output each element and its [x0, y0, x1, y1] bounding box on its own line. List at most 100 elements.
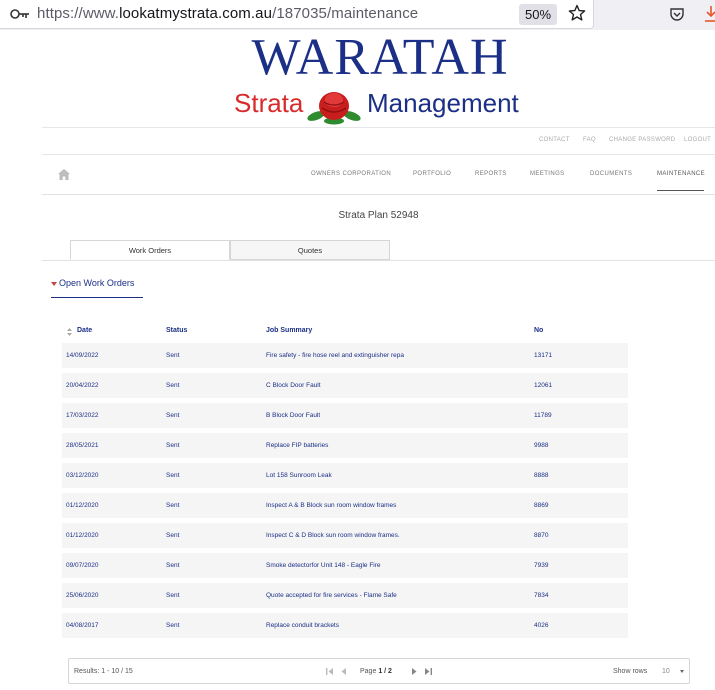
show-rows-label: Show rows: [613, 668, 648, 675]
cell-status: Sent: [166, 412, 180, 419]
nav-owners-corporation[interactable]: OWNERS CORPORATION: [311, 171, 391, 177]
cell-date: 20/04/2022: [66, 382, 99, 389]
logout-link[interactable]: LOGOUT: [684, 137, 711, 143]
column-header-status[interactable]: Status: [166, 327, 187, 334]
rows-per-page-select[interactable]: 10: [662, 668, 670, 675]
table-row[interactable]: 25/06/2020 Sent Quote accepted for fire …: [62, 583, 628, 608]
cell-date: 28/05/2021: [66, 442, 99, 449]
cell-job-summary: Inspect A & B Block sun room window fram…: [266, 502, 397, 509]
cell-job-summary: Fire safety - fire hose reel and extingu…: [266, 352, 405, 359]
nav-meetings[interactable]: MEETINGS: [530, 171, 565, 177]
bookmark-star-icon[interactable]: [568, 4, 586, 22]
nav-portfolio[interactable]: PORTFOLIO: [413, 171, 451, 177]
section-title-text: Open Work Orders: [59, 278, 135, 288]
key-icon[interactable]: [10, 7, 30, 21]
pocket-icon[interactable]: [669, 6, 685, 22]
first-page-icon[interactable]: [325, 667, 335, 676]
logo-title: WARATAH: [251, 29, 509, 86]
logo-management: Management: [367, 88, 519, 118]
waratah-logo[interactable]: WARATAH Strata Management: [234, 30, 526, 126]
column-header-date[interactable]: Date: [77, 327, 92, 334]
faq-link[interactable]: FAQ: [583, 137, 596, 143]
nav-maintenance[interactable]: MAINTENANCE: [657, 171, 705, 177]
cell-job-summary: Smoke detectorfor Unit 148 - Eagle Fire: [266, 562, 381, 569]
section-title[interactable]: Open Work Orders: [51, 278, 134, 288]
url-path: /187035/maintenance: [272, 5, 419, 22]
cell-date: 01/12/2020: [66, 532, 99, 539]
page-content: WARATAH Strata Management CONTACT FAQ CH…: [42, 30, 715, 690]
table-row[interactable]: 04/08/2017 Sent Replace conduit brackets…: [62, 613, 628, 638]
cell-date: 01/12/2020: [66, 502, 99, 509]
nav-reports[interactable]: REPORTS: [475, 171, 507, 177]
cell-status: Sent: [166, 442, 180, 449]
section-underline: [51, 297, 143, 298]
change-password-link[interactable]: CHANGE PASSWORD: [609, 137, 675, 143]
next-page-icon[interactable]: [409, 667, 419, 676]
cell-status: Sent: [166, 532, 180, 539]
chevron-down-icon[interactable]: [680, 670, 684, 673]
pagination-bar: Results: 1 - 10 / 15 Page 1 / 2 Show row…: [68, 658, 690, 684]
logo-strata: Strata: [234, 88, 304, 118]
last-page-icon[interactable]: [423, 667, 433, 676]
zoom-level-button[interactable]: 50%: [519, 4, 557, 25]
table-row[interactable]: 20/04/2022 Sent C Block Door Fault 12061: [62, 373, 628, 398]
page-label: Page: [360, 668, 377, 675]
cell-status: Sent: [166, 502, 180, 509]
cell-no: 8869: [534, 502, 549, 509]
top-utility-links: CONTACT FAQ CHANGE PASSWORD LOGOUT: [42, 127, 715, 155]
tab-divider: [42, 260, 715, 261]
main-navigation: OWNERS CORPORATION PORTFOLIO REPORTS MEE…: [42, 155, 715, 195]
cell-date: 17/03/2022: [66, 412, 99, 419]
tab-quotes[interactable]: Quotes: [230, 240, 390, 260]
cell-job-summary: Replace conduit brackets: [266, 622, 339, 629]
cell-no: 13171: [534, 352, 553, 359]
table-row[interactable]: 28/05/2021 Sent Replace FIP batteries 99…: [62, 433, 628, 458]
cell-job-summary: C Block Door Fault: [266, 382, 321, 389]
cell-no: 8870: [534, 532, 549, 539]
cell-no: 12061: [534, 382, 553, 389]
page-value: 1 / 2: [378, 668, 392, 675]
url-host: lookatmystrata.com.au: [119, 5, 273, 22]
cell-date: 25/06/2020: [66, 592, 99, 599]
prev-page-icon[interactable]: [339, 667, 349, 676]
cell-status: Sent: [166, 382, 180, 389]
page-indicator: Page 1 / 2: [360, 668, 392, 675]
download-icon[interactable]: [704, 5, 715, 23]
table-row[interactable]: 09/07/2020 Sent Smoke detectorfor Unit 1…: [62, 553, 628, 578]
cell-job-summary: Replace FIP batteries: [266, 442, 329, 449]
cell-status: Sent: [166, 622, 180, 629]
cell-date: 09/07/2020: [66, 562, 99, 569]
cell-no: 7939: [534, 562, 549, 569]
sort-icon[interactable]: [67, 328, 72, 336]
table-header: Date Status Job Summary No: [62, 323, 628, 339]
url-text[interactable]: https://www.lookatmystrata.com.au/187035…: [37, 5, 418, 22]
cell-job-summary: Quote accepted for fire services - Flame…: [266, 592, 397, 599]
contact-link[interactable]: CONTACT: [539, 137, 570, 143]
column-header-job-summary[interactable]: Job Summary: [266, 327, 312, 334]
cell-no: 11789: [534, 412, 552, 419]
table-row[interactable]: 17/03/2022 Sent B Block Door Fault 11789: [62, 403, 628, 428]
table-row[interactable]: 01/12/2020 Sent Inspect C & D Block sun …: [62, 523, 628, 548]
cell-no: 9988: [534, 442, 549, 449]
home-icon[interactable]: [58, 169, 70, 180]
cell-no: 8888: [534, 472, 549, 479]
table-row[interactable]: 14/09/2022 Sent Fire safety - fire hose …: [62, 343, 628, 368]
tab-work-orders[interactable]: Work Orders: [70, 240, 230, 260]
cell-date: 03/12/2020: [66, 472, 99, 479]
column-header-no[interactable]: No: [534, 327, 543, 334]
cell-date: 04/08/2017: [66, 622, 99, 629]
cell-job-summary: Lot 158 Sunroom Leak: [266, 472, 332, 479]
cell-no: 7834: [534, 592, 549, 599]
cell-status: Sent: [166, 592, 180, 599]
results-count: Results: 1 - 10 / 15: [74, 668, 133, 675]
cell-no: 4026: [534, 622, 549, 629]
plan-title: Strata Plan 52948: [338, 210, 419, 221]
cell-status: Sent: [166, 352, 180, 359]
table-row[interactable]: 01/12/2020 Sent Inspect A & B Block sun …: [62, 493, 628, 518]
active-nav-underline: [657, 190, 704, 191]
table-row[interactable]: 03/12/2020 Sent Lot 158 Sunroom Leak 888…: [62, 463, 628, 488]
url-bar[interactable]: https://www.lookatmystrata.com.au/187035…: [0, 0, 594, 29]
nav-documents[interactable]: DOCUMENTS: [590, 171, 632, 177]
browser-toolbar: https://www.lookatmystrata.com.au/187035…: [0, 0, 715, 30]
cell-job-summary: B Block Door Fault: [266, 412, 321, 419]
